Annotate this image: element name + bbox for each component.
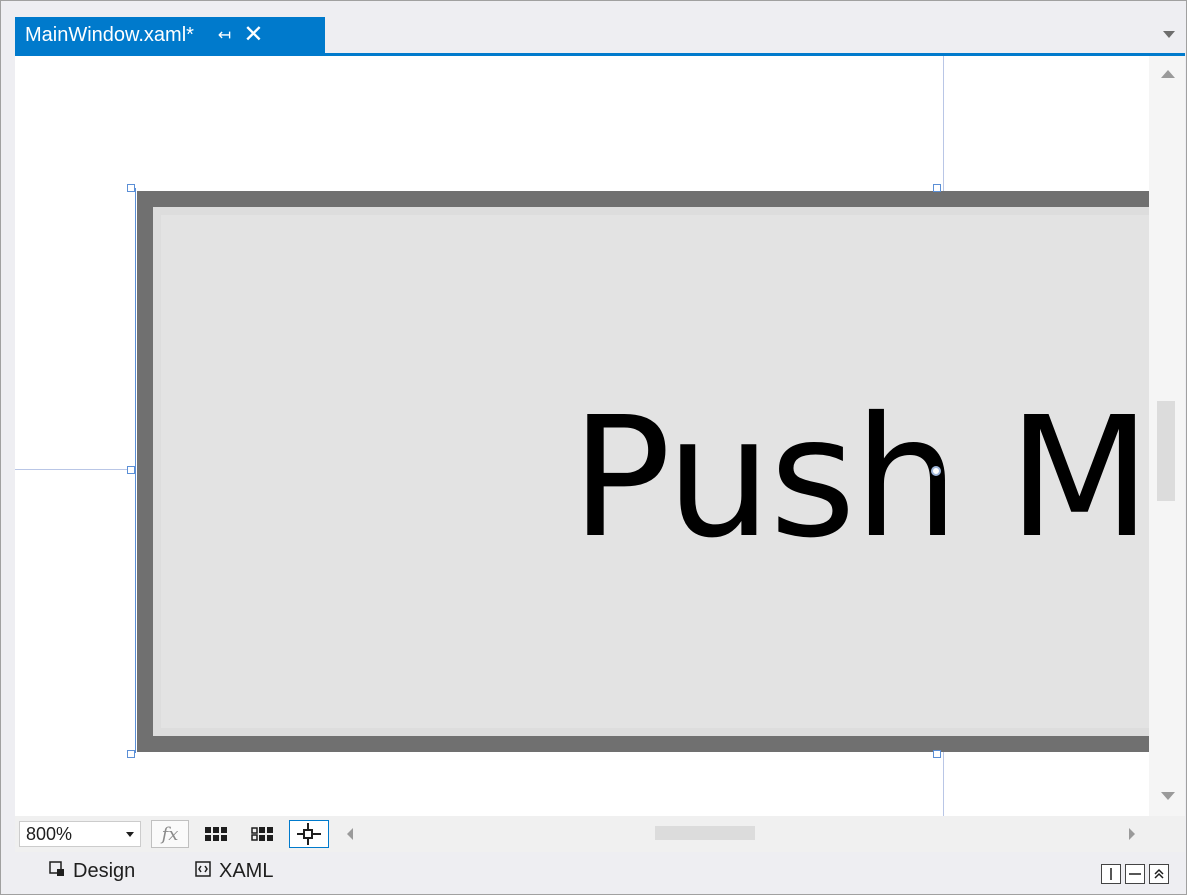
close-icon[interactable]: ✕: [243, 23, 263, 47]
document-tab-strip: MainWindow.xaml* ↧ ✕: [9, 15, 1185, 55]
tab-xaml-label: XAML: [219, 859, 274, 882]
resize-handle-top-left[interactable]: [127, 184, 135, 192]
pin-icon[interactable]: ↧: [215, 28, 232, 41]
tab-xaml[interactable]: XAML: [195, 856, 273, 886]
vertical-scroll-thumb[interactable]: [1157, 401, 1175, 501]
xaml-designer-window: MainWindow.xaml* ↧ ✕ Push M 800% fx Desi…: [0, 0, 1187, 895]
tab-design[interactable]: Design: [49, 856, 135, 886]
rotation-handle[interactable]: [931, 466, 941, 476]
snap-to-snaplines-icon[interactable]: [289, 820, 329, 848]
push-button-content: Push M: [571, 382, 1149, 575]
tab-title: MainWindow.xaml*: [25, 23, 194, 46]
collapse-pane-icon[interactable]: [1149, 864, 1169, 884]
xaml-view-icon: [195, 860, 211, 883]
tab-design-label: Design: [73, 859, 136, 882]
resize-handle-top[interactable]: [933, 184, 941, 192]
tab-mainwindow-xaml[interactable]: MainWindow.xaml* ↧ ✕: [15, 17, 325, 53]
fx-icon[interactable]: fx: [151, 820, 189, 848]
grid-icon[interactable]: [199, 820, 233, 848]
design-surface[interactable]: Push M: [15, 56, 1149, 816]
zoom-select[interactable]: 800%: [19, 821, 141, 847]
chevron-down-icon[interactable]: [126, 832, 134, 837]
designer-toolbar: 800% fx: [15, 816, 1185, 852]
selection-edge: [135, 188, 136, 753]
view-tabs: Design XAML: [15, 852, 1185, 892]
resize-handle-bottom-left[interactable]: [127, 750, 135, 758]
chevron-down-icon[interactable]: [1163, 31, 1175, 38]
horizontal-scroll-thumb[interactable]: [655, 826, 755, 840]
vertical-split-icon[interactable]: [1101, 864, 1121, 884]
scroll-left-icon[interactable]: [347, 828, 353, 840]
horizontal-guide-line: [15, 469, 135, 470]
vertical-scrollbar[interactable]: [1149, 56, 1185, 816]
scroll-right-icon[interactable]: [1129, 828, 1135, 840]
resize-handle-bottom[interactable]: [933, 750, 941, 758]
design-view-icon: [49, 860, 65, 883]
resize-handle-left[interactable]: [127, 466, 135, 474]
scroll-up-icon[interactable]: [1161, 70, 1175, 78]
snap-to-grid-icon[interactable]: [245, 820, 279, 848]
zoom-value: 800%: [26, 824, 73, 844]
scroll-down-icon[interactable]: [1161, 792, 1175, 800]
horizontal-split-icon[interactable]: [1125, 864, 1145, 884]
